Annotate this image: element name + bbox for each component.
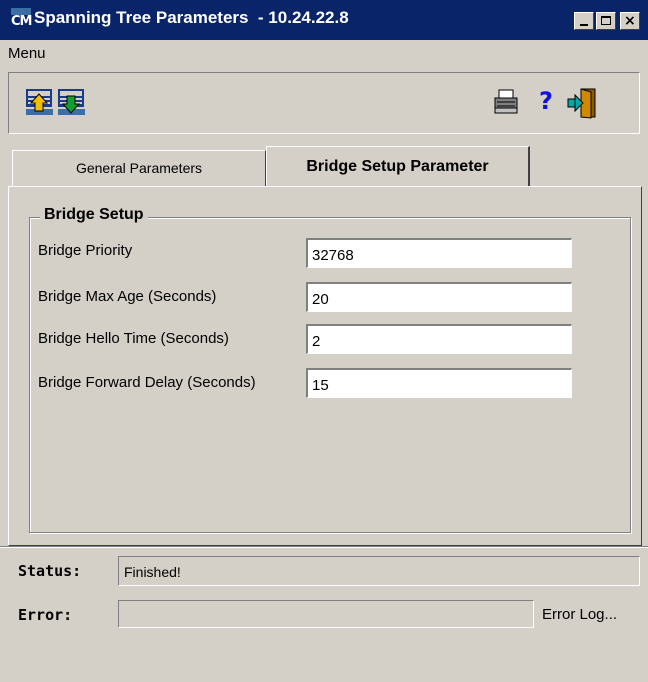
menu-bar: Menu — [0, 40, 648, 66]
tab-strip: General Parameters Bridge Setup Paramete… — [8, 146, 640, 186]
status-field: Finished! — [118, 556, 640, 586]
print-icon[interactable] — [491, 87, 521, 117]
exit-icon[interactable] — [565, 87, 601, 119]
menu-item-menu[interactable]: Menu — [8, 45, 46, 62]
title-bar[interactable]: CM Spanning Tree Parameters - 10.24.22.8… — [0, 0, 648, 40]
error-log-button[interactable]: Error Log... — [542, 606, 617, 623]
bridge-priority-input[interactable]: 32768 — [306, 238, 572, 268]
help-icon[interactable]: ? — [531, 87, 561, 117]
help-glyph: ? — [539, 87, 553, 115]
close-button[interactable]: × — [620, 12, 640, 30]
close-icon: × — [624, 13, 636, 29]
maximize-icon — [601, 16, 611, 25]
window-title: Spanning Tree Parameters - 10.24.22.8 — [34, 8, 349, 27]
bridge-forward-delay-label: Bridge Forward Delay (Seconds) — [38, 374, 256, 391]
toolbar: ? — [8, 72, 640, 134]
minimize-button[interactable] — [574, 12, 594, 30]
download-icon[interactable] — [57, 87, 87, 117]
app-icon[interactable]: CM — [10, 8, 33, 30]
tab-bridge-setup-parameter[interactable]: Bridge Setup Parameter — [266, 146, 530, 186]
error-label: Error: — [18, 606, 73, 624]
footer-separator — [0, 546, 648, 548]
bridge-setup-group: Bridge Setup Bridge Priority 32768 Bridg… — [29, 206, 631, 533]
bridge-max-age-label: Bridge Max Age (Seconds) — [38, 288, 217, 305]
upload-icon[interactable] — [25, 87, 55, 117]
status-label: Status: — [18, 562, 82, 580]
tab-general-parameters[interactable]: General Parameters — [12, 150, 266, 186]
bridge-max-age-input[interactable]: 20 — [306, 282, 572, 312]
bridge-hello-time-label: Bridge Hello Time (Seconds) — [38, 330, 229, 347]
error-field — [118, 600, 534, 628]
bridge-priority-label: Bridge Priority — [38, 242, 133, 259]
minimize-icon — [580, 24, 588, 26]
bridge-forward-delay-input[interactable]: 15 — [306, 368, 572, 398]
group-title: Bridge Setup — [40, 206, 148, 224]
maximize-button[interactable] — [596, 12, 616, 30]
bridge-hello-time-input[interactable]: 2 — [306, 324, 572, 354]
tab-panel: Bridge Setup Bridge Priority 32768 Bridg… — [8, 186, 642, 546]
app-icon-text: CM — [11, 14, 33, 29]
